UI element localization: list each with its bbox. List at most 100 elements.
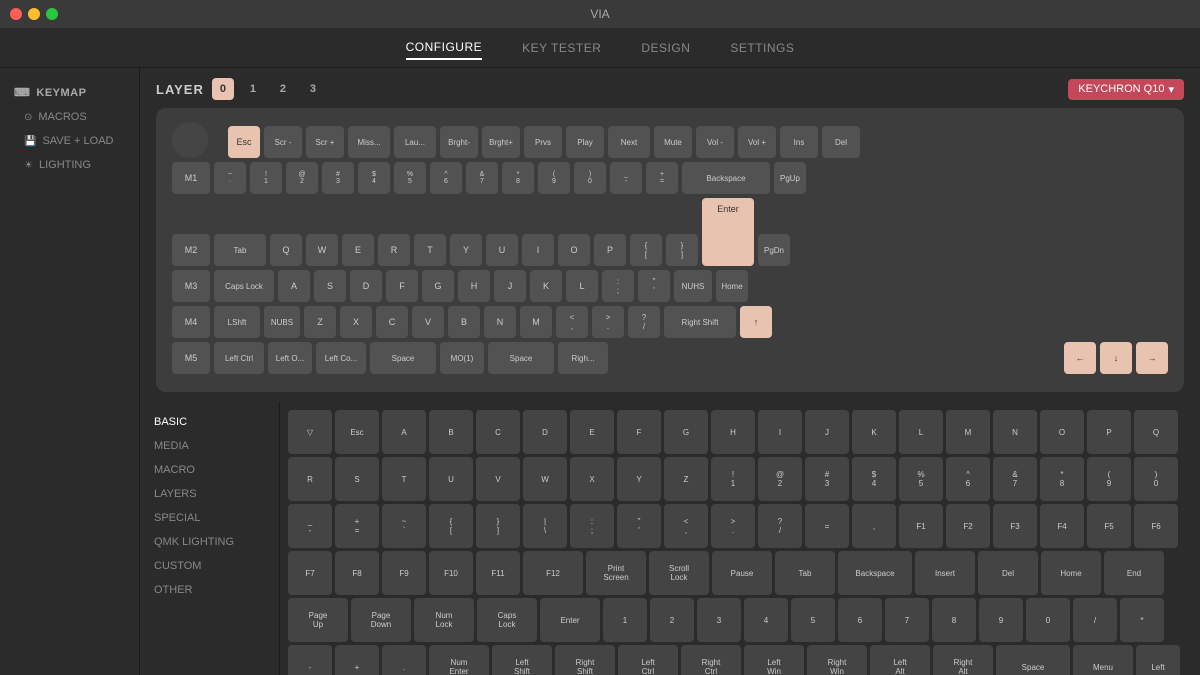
key-scr-minus[interactable]: Scr -: [264, 126, 302, 158]
key-comma[interactable]: <,: [556, 306, 588, 338]
picker-key-pipe[interactable]: | \: [523, 504, 567, 548]
key-m3[interactable]: M3: [172, 270, 210, 302]
picker-key-star-8[interactable]: * 8: [1040, 457, 1084, 501]
picker-key-right-win[interactable]: Right Win: [807, 645, 867, 675]
key-vol-plus[interactable]: Vol +: [738, 126, 776, 158]
picker-key-f11[interactable]: F11: [476, 551, 520, 595]
picker-key-end[interactable]: End: [1104, 551, 1164, 595]
key-y[interactable]: Y: [450, 234, 482, 266]
key-2[interactable]: @2: [286, 162, 318, 194]
key-6[interactable]: ^6: [430, 162, 462, 194]
picker-key-pct-5[interactable]: % 5: [899, 457, 943, 501]
key-rshift[interactable]: Right Shift: [664, 306, 736, 338]
picker-key-x[interactable]: X: [570, 457, 614, 501]
picker-key-rcurly[interactable]: } ]: [476, 504, 520, 548]
key-j[interactable]: J: [494, 270, 526, 302]
picker-key-dquote[interactable]: " ': [617, 504, 661, 548]
picker-key-num-3[interactable]: 3: [697, 598, 741, 642]
picker-key-lt[interactable]: < ,: [664, 504, 708, 548]
picker-key-f12[interactable]: F12: [523, 551, 583, 595]
key-t[interactable]: T: [414, 234, 446, 266]
picker-key-y[interactable]: Y: [617, 457, 661, 501]
key-miss[interactable]: Miss...: [348, 126, 390, 158]
picker-key-gt[interactable]: > .: [711, 504, 755, 548]
nav-key-tester[interactable]: KEY TESTER: [522, 37, 601, 59]
picker-key-num-7[interactable]: 7: [885, 598, 929, 642]
picker-key-f3[interactable]: F3: [993, 504, 1037, 548]
category-basic[interactable]: BASIC: [140, 410, 279, 434]
layer-3-button[interactable]: 3: [302, 78, 324, 100]
picker-key-b[interactable]: B: [429, 410, 473, 454]
key-nubs[interactable]: NUBS: [264, 306, 300, 338]
key-vol-minus[interactable]: Vol -: [696, 126, 734, 158]
picker-key-f8[interactable]: F8: [335, 551, 379, 595]
key-z[interactable]: Z: [304, 306, 336, 338]
picker-key-tab[interactable]: Tab: [775, 551, 835, 595]
picker-key-page-up[interactable]: Page Up: [288, 598, 348, 642]
picker-key-u[interactable]: U: [429, 457, 473, 501]
key-equals[interactable]: +=: [646, 162, 678, 194]
key-right[interactable]: →: [1136, 342, 1168, 374]
key-m1[interactable]: M1: [172, 162, 210, 194]
picker-key-num-8[interactable]: 8: [932, 598, 976, 642]
picker-key-menu[interactable]: Menu: [1073, 645, 1133, 675]
picker-key-f6[interactable]: F6: [1134, 504, 1178, 548]
key-del[interactable]: Del: [822, 126, 860, 158]
key-encoder[interactable]: [172, 122, 208, 158]
key-prvs[interactable]: Prvs: [524, 126, 562, 158]
key-q[interactable]: Q: [270, 234, 302, 266]
picker-key-lparen-9[interactable]: ( 9: [1087, 457, 1131, 501]
picker-key-num-0[interactable]: 0: [1026, 598, 1070, 642]
picker-key-v[interactable]: V: [476, 457, 520, 501]
key-rbracket[interactable]: }]: [666, 234, 698, 266]
key-a[interactable]: A: [278, 270, 310, 302]
key-quote[interactable]: "': [638, 270, 670, 302]
key-ins[interactable]: Ins: [780, 126, 818, 158]
key-scr-plus[interactable]: Scr +: [306, 126, 344, 158]
key-next[interactable]: Next: [608, 126, 650, 158]
key-3[interactable]: #3: [322, 162, 354, 194]
picker-key-pause[interactable]: Pause: [712, 551, 772, 595]
key-pgup[interactable]: PgUp: [774, 162, 806, 194]
picker-key-rparen-0[interactable]: ) 0: [1134, 457, 1178, 501]
key-p[interactable]: P: [594, 234, 626, 266]
key-pgdn[interactable]: PgDn: [758, 234, 790, 266]
key-s[interactable]: S: [314, 270, 346, 302]
picker-key-i[interactable]: I: [758, 410, 802, 454]
picker-key-e[interactable]: E: [570, 410, 614, 454]
key-m[interactable]: M: [520, 306, 552, 338]
key-brght-minus[interactable]: Brght-: [440, 126, 478, 158]
picker-key-num-enter[interactable]: Num Enter: [429, 645, 489, 675]
picker-key-print-screen[interactable]: Print Screen: [586, 551, 646, 595]
key-c[interactable]: C: [376, 306, 408, 338]
key-space-left[interactable]: Space: [370, 342, 436, 374]
picker-key-f9[interactable]: F9: [382, 551, 426, 595]
picker-key-amp-7[interactable]: & 7: [993, 457, 1037, 501]
picker-key-left[interactable]: Left: [1136, 645, 1180, 675]
picker-key-asterisk[interactable]: *: [1120, 598, 1164, 642]
key-lwin[interactable]: Left O...: [268, 342, 312, 374]
key-w[interactable]: W: [306, 234, 338, 266]
picker-key-num-lock[interactable]: Num Lock: [414, 598, 474, 642]
layer-0-button[interactable]: 0: [212, 78, 234, 100]
key-lshift[interactable]: LShft: [214, 306, 260, 338]
key-u[interactable]: U: [486, 234, 518, 266]
key-lbracket[interactable]: {[: [630, 234, 662, 266]
picker-key-f4[interactable]: F4: [1040, 504, 1084, 548]
picker-key-f7[interactable]: F7: [288, 551, 332, 595]
picker-key-num-1[interactable]: 1: [603, 598, 647, 642]
picker-key-d[interactable]: D: [523, 410, 567, 454]
key-4[interactable]: $4: [358, 162, 390, 194]
key-backspace[interactable]: Backspace: [682, 162, 770, 194]
picker-key-plus[interactable]: + =: [335, 504, 379, 548]
sidebar-item-lighting[interactable]: ☀ LIGHTING: [0, 153, 139, 177]
picker-key-s[interactable]: S: [335, 457, 379, 501]
picker-key-n[interactable]: N: [993, 410, 1037, 454]
key-play[interactable]: Play: [566, 126, 604, 158]
category-layers[interactable]: LAYERS: [140, 482, 279, 506]
picker-key-w[interactable]: W: [523, 457, 567, 501]
picker-key-dash[interactable]: -: [288, 645, 332, 675]
key-e[interactable]: E: [342, 234, 374, 266]
picker-key-num-4[interactable]: 4: [744, 598, 788, 642]
key-o[interactable]: O: [558, 234, 590, 266]
